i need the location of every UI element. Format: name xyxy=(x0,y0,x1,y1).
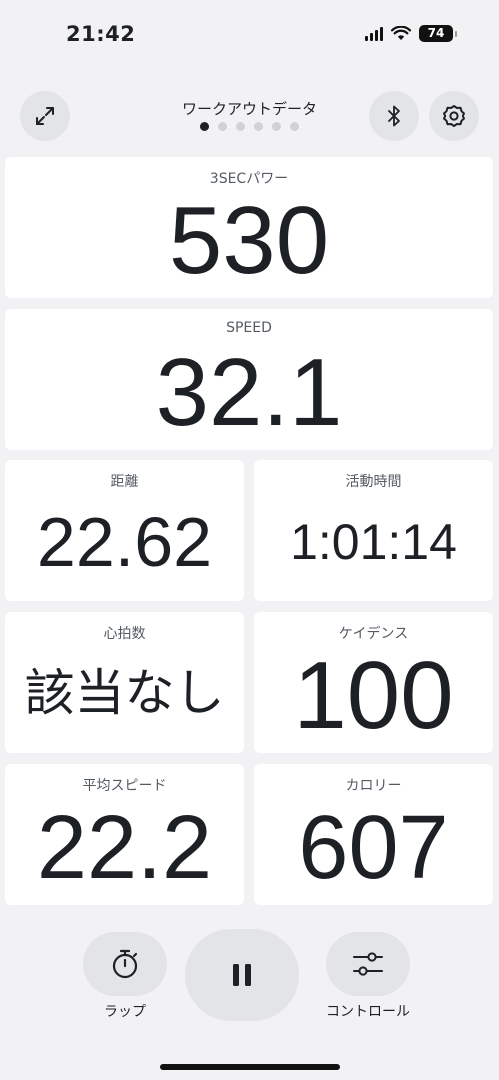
bluetooth-icon xyxy=(388,105,400,127)
cadence-label: ケイデンス xyxy=(338,626,409,642)
page-dot[interactable] xyxy=(200,122,209,131)
power-label: 3SECパワー xyxy=(209,171,289,187)
heart-rate-card[interactable]: 心拍数 該当なし xyxy=(5,612,244,753)
page-dot[interactable] xyxy=(272,122,281,131)
battery-level: 74 xyxy=(427,26,445,40)
cellular-signal-icon xyxy=(365,26,383,41)
power-value: 530 xyxy=(168,187,330,294)
active-time-card[interactable]: 活動時間 1:01:14 xyxy=(254,460,493,601)
avg-speed-value: 22.2 xyxy=(36,798,213,898)
page-dot[interactable] xyxy=(236,122,245,131)
home-indicator[interactable] xyxy=(160,1064,340,1070)
settings-button[interactable] xyxy=(429,91,479,141)
calories-label: カロリー xyxy=(345,778,402,794)
status-icons: 74 xyxy=(365,25,457,42)
heart-rate-label: 心拍数 xyxy=(103,626,146,642)
lap-button[interactable] xyxy=(83,932,167,996)
page-title: ワークアウトデータ xyxy=(181,100,317,118)
gear-icon xyxy=(443,105,465,127)
stopwatch-icon xyxy=(112,949,138,979)
power-card[interactable]: 3SECパワー 530 xyxy=(5,157,493,298)
calories-value: 607 xyxy=(298,798,449,898)
speed-card[interactable]: SPEED 32.1 xyxy=(5,309,493,450)
battery-icon: 74 xyxy=(419,25,457,42)
distance-card[interactable]: 距離 22.62 xyxy=(5,460,244,601)
status-time: 21:42 xyxy=(66,22,136,46)
page-dot[interactable] xyxy=(254,122,263,131)
avg-speed-card[interactable]: 平均スピード 22.2 xyxy=(5,764,244,905)
cadence-card[interactable]: ケイデンス 100 xyxy=(254,612,493,753)
heart-rate-value: 該当なし xyxy=(24,664,225,722)
control-label: コントロール xyxy=(326,1004,410,1020)
avg-speed-label: 平均スピード xyxy=(82,778,167,794)
active-time-value: 1:01:14 xyxy=(290,514,457,570)
bluetooth-button[interactable] xyxy=(369,91,419,141)
cadence-value: 100 xyxy=(293,642,454,749)
page-dot[interactable] xyxy=(290,122,299,131)
distance-value: 22.62 xyxy=(36,503,213,581)
active-time-label: 活動時間 xyxy=(345,474,402,490)
lap-label: ラップ xyxy=(104,1004,146,1020)
page-dot[interactable] xyxy=(218,122,227,131)
distance-label: 距離 xyxy=(110,474,139,490)
calories-card[interactable]: カロリー 607 xyxy=(254,764,493,905)
pause-button[interactable] xyxy=(185,929,299,1021)
pause-icon xyxy=(233,964,251,986)
speed-label: SPEED xyxy=(226,320,272,336)
control-button[interactable] xyxy=(326,932,410,996)
sliders-icon xyxy=(353,952,383,976)
wifi-icon xyxy=(391,26,411,40)
expand-button[interactable] xyxy=(20,91,70,141)
speed-value: 32.1 xyxy=(155,339,343,446)
page-indicator[interactable] xyxy=(0,122,499,131)
status-bar: 21:42 74 xyxy=(0,0,499,70)
